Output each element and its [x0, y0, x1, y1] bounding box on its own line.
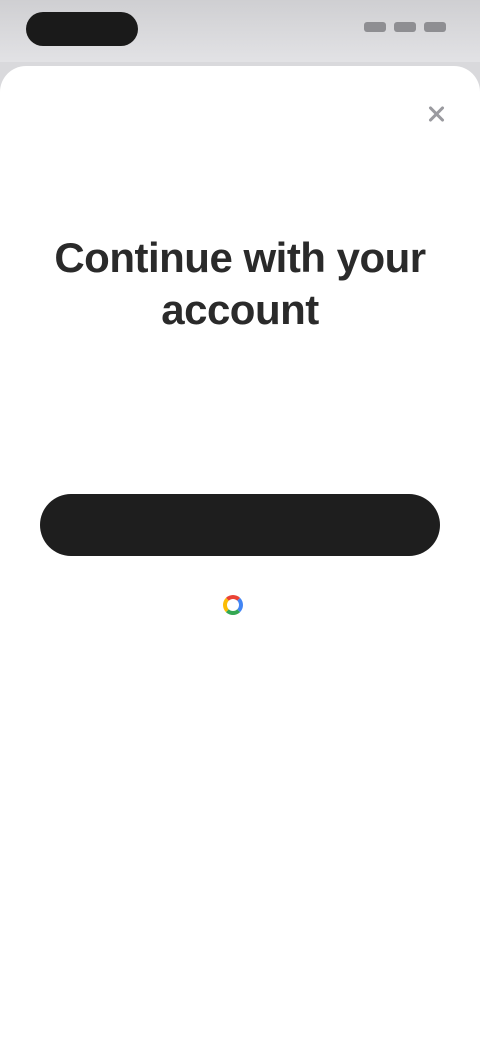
battery-icon — [424, 22, 446, 32]
dynamic-island — [26, 12, 138, 46]
close-button[interactable] — [420, 98, 452, 130]
auth-sheet: Continue with your account — [0, 66, 480, 1040]
signal-icon — [364, 22, 386, 32]
wifi-icon — [394, 22, 416, 32]
continue-button[interactable] — [40, 494, 440, 556]
close-icon — [420, 98, 452, 130]
footer-link[interactable] — [130, 892, 350, 922]
status-icons — [364, 22, 446, 32]
google-sign-in-button[interactable] — [110, 588, 370, 622]
status-bar — [0, 0, 480, 62]
page-title: Continue with your account — [54, 234, 426, 333]
screen: Continue with your account — [0, 0, 480, 1040]
google-icon — [223, 595, 243, 615]
